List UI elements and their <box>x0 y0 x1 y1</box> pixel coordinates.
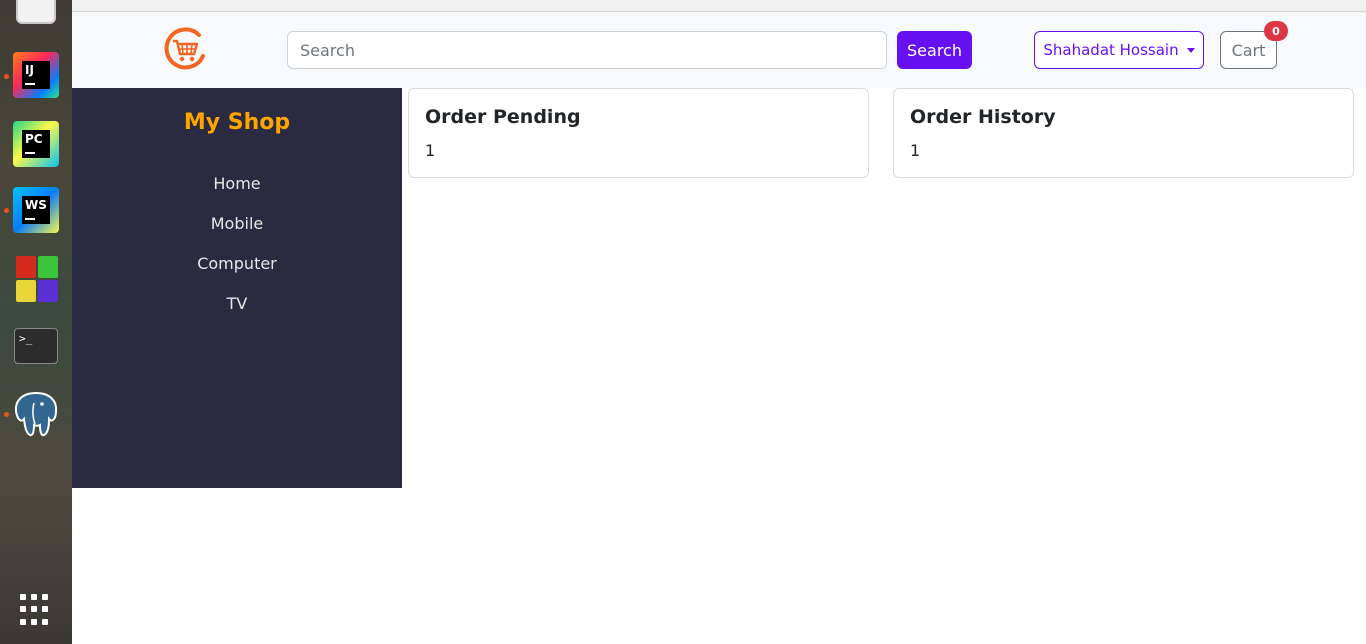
browser-bookmarks-bar <box>72 0 1366 12</box>
terminal-icon: >_ <box>14 328 58 364</box>
sidebar-link-tv[interactable]: TV <box>72 294 402 313</box>
running-indicator <box>4 412 9 417</box>
navbar: Search Shahadat Hossain Cart 0 <box>72 12 1366 88</box>
card-title: Order Pending <box>425 106 581 128</box>
user-name-label: Shahadat Hossain <box>1043 41 1179 59</box>
dock-intellij-idea[interactable]: IJ <box>12 51 60 99</box>
sidebar-link-home[interactable]: Home <box>72 174 402 193</box>
order-history-card: Order History 1 <box>893 88 1354 178</box>
running-indicator <box>4 208 9 213</box>
cart-count-badge: 0 <box>1264 21 1288 41</box>
card-value: 1 <box>425 141 436 160</box>
sidebar-link-mobile[interactable]: Mobile <box>72 214 402 233</box>
dock-webstorm[interactable]: WS <box>12 186 60 234</box>
ubuntu-dock: IJ PC WS >_ <box>0 0 72 644</box>
office-suite-icon <box>14 254 58 302</box>
dock-pycharm[interactable]: PC <box>12 120 60 168</box>
shop-brand-title[interactable]: My Shop <box>72 110 402 135</box>
search-input[interactable] <box>287 31 887 69</box>
webstorm-icon: WS <box>13 187 59 233</box>
sidebar-link-computer[interactable]: Computer <box>72 254 402 273</box>
show-applications-button[interactable] <box>20 594 52 626</box>
card-value: 1 <box>910 141 921 160</box>
running-indicator <box>4 74 9 79</box>
user-menu-dropdown[interactable]: Shahadat Hossain <box>1034 31 1204 69</box>
card-title: Order History <box>910 106 1056 128</box>
postgresql-elephant-icon <box>14 391 58 437</box>
dock-app-stub[interactable] <box>16 0 56 24</box>
search-button[interactable]: Search <box>897 31 972 69</box>
dock-office-suite[interactable] <box>12 254 60 302</box>
pycharm-icon: PC <box>13 121 59 167</box>
shopping-cart-icon[interactable] <box>162 26 208 72</box>
sidebar: My Shop Home Mobile Computer TV <box>72 88 402 488</box>
dock-terminal[interactable]: >_ <box>12 322 60 370</box>
caret-down-icon <box>1186 47 1195 53</box>
intellij-icon: IJ <box>13 52 59 98</box>
dock-pgadmin[interactable] <box>12 390 60 438</box>
order-pending-card: Order Pending 1 <box>408 88 869 178</box>
